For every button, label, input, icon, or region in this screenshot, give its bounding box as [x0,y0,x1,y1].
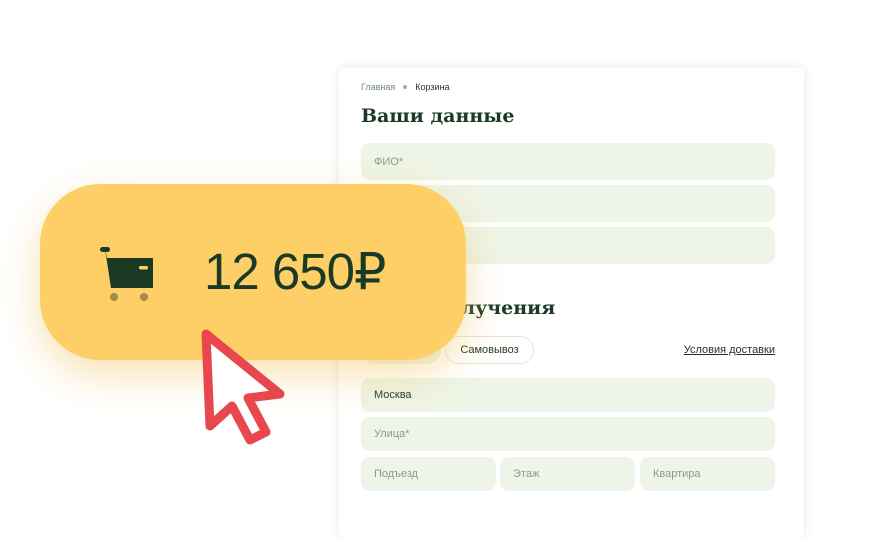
apartment-field[interactable]: Квартира [640,457,775,491]
mouse-cursor-icon [201,329,285,445]
breadcrumb: Главная Корзина [361,82,450,92]
cart-total-amount: 12 650₽ [204,243,386,300]
entrance-field[interactable]: Подъезд [361,457,496,491]
breadcrumb-separator [403,85,408,89]
breadcrumb-current: Корзина [415,82,450,92]
personal-data-title: Ваши данные [361,105,515,127]
delivery-conditions-link[interactable]: Условия доставки [684,344,775,356]
street-field[interactable]: Улица* [361,417,775,451]
full-name-placeholder: ФИО* [374,155,404,168]
entrance-placeholder: Подъезд [374,468,418,480]
cart-icon [100,247,153,301]
tab-pickup-label: Самовывоз [460,344,519,356]
floor-placeholder: Этаж [513,468,540,480]
floor-field[interactable]: Этаж [500,457,635,491]
tab-pickup[interactable]: Самовывоз [445,336,534,364]
city-value: Москва [374,389,412,401]
city-field[interactable]: Москва [361,378,775,412]
full-name-field[interactable]: ФИО* [361,143,775,180]
street-placeholder: Улица* [374,428,410,440]
breadcrumb-home-link[interactable]: Главная [361,82,395,92]
apartment-placeholder: Квартира [653,468,701,480]
